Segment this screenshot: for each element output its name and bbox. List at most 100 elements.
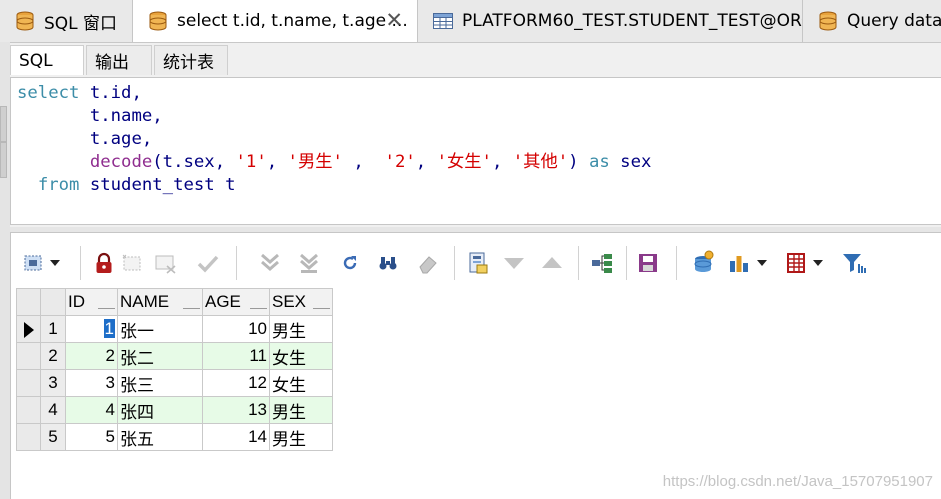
cell-name[interactable]: 张三 [117,369,203,397]
cell-sex[interactable]: 男生 [269,396,333,424]
cell-name[interactable]: 张二 [117,342,203,370]
cell-name[interactable]: 张四 [117,396,203,424]
single-record-view-button[interactable] [464,240,492,286]
row-number[interactable]: 3 [40,369,66,397]
dropdown-arrow-icon [813,260,823,266]
table-row[interactable]: 1 1 张一 10 男生 [16,315,333,343]
fetch-next-page-button[interactable] [256,240,284,286]
tab-output[interactable]: 输出 [86,45,152,75]
grid-corner[interactable] [40,288,66,316]
delete-record-icon [155,255,176,274]
row-number[interactable]: 1 [40,315,66,343]
selection-icon [24,255,42,271]
insert-record-button[interactable] [118,240,146,286]
column-header-age[interactable]: AGE [202,288,270,316]
cell-id[interactable]: 4 [65,396,118,424]
doc-tab-sql-window[interactable]: SQL 窗口 [0,0,133,42]
sql-text: student_test t [79,175,236,195]
doc-tab-table-student-test[interactable]: PLATFORM60_TEST.STUDENT_TEST@ORCL [418,0,803,42]
column-header-sex[interactable]: SEX [269,288,333,316]
column-header-name[interactable]: NAME [117,288,203,316]
single-record-view-icon [469,252,488,274]
row-number[interactable]: 4 [40,396,66,424]
select-mode-dropdown[interactable] [46,240,64,286]
tab-statistics[interactable]: 统计表 [154,45,228,75]
editor-sub-tabs: SQL 输出 统计表 [10,45,230,75]
chevron-down-icon [504,258,524,269]
clear-button[interactable] [414,240,442,286]
sql-string: '2' [384,152,416,172]
toolbar-separator [676,246,677,280]
toolbar-separator [454,246,455,280]
cell-age[interactable]: 11 [202,342,270,370]
row-number[interactable]: 5 [40,423,66,451]
cell-age[interactable]: 12 [202,369,270,397]
table-row[interactable]: 4 4 张四 13 男生 [16,396,333,424]
sql-text: (t.sex, [152,152,236,172]
export-dropdown[interactable] [810,240,826,286]
cell-id[interactable]: 5 [65,423,118,451]
next-record-button[interactable] [500,240,528,286]
tree-structure-icon [592,254,612,273]
cell-sex[interactable]: 女生 [269,342,333,370]
cell-name[interactable]: 张五 [117,423,203,451]
lock-button[interactable] [90,240,118,286]
cell-sex[interactable]: 男生 [269,423,333,451]
sql-text: ) [568,152,589,172]
eraser-icon [419,256,437,274]
results-toolbar [10,240,910,286]
filter-button[interactable] [840,240,868,286]
select-mode-button[interactable] [20,240,48,286]
grid-export-icon [787,253,805,273]
cell-age[interactable]: 14 [202,423,270,451]
sql-editor[interactable]: select t.id, t.name, t.age, decode(t.sex… [10,77,941,225]
table-row[interactable]: 5 5 张五 14 男生 [16,423,333,451]
table-row[interactable]: 3 3 张三 12 女生 [16,369,333,397]
previous-record-button[interactable] [538,240,566,286]
post-changes-button[interactable] [194,240,222,286]
grid-corner[interactable] [16,288,41,316]
cell-id[interactable]: 1 [65,315,118,343]
bar-chart-icon [730,256,748,272]
sql-window-icon [149,11,167,31]
query-by-example-button[interactable] [588,240,616,286]
row-number[interactable]: 2 [40,342,66,370]
sql-text: t.age, [17,129,153,149]
fetch-last-page-button[interactable] [295,240,323,286]
chart-dropdown[interactable] [754,240,770,286]
find-button[interactable] [374,240,402,286]
delete-record-button[interactable] [152,240,180,286]
close-tab-icon[interactable]: ✕ [385,8,403,32]
result-grid[interactable]: ID NAME AGE SEX 1 1 张一 10 男生 2 2 张二 11 女… [16,288,333,451]
selected-cell-value: 1 [103,319,115,338]
sql-string: '1' [235,152,267,172]
checkmark-icon [197,255,219,273]
current-row-indicator [16,315,41,343]
export-grid-button[interactable] [782,240,810,286]
sql-text: t.id, [79,83,142,103]
cell-sex[interactable]: 女生 [269,369,333,397]
sql-string: '女生' [436,152,492,172]
sql-code[interactable]: select t.id, t.name, t.age, decode(t.sex… [17,82,651,197]
toolbar-separator [626,246,627,280]
cell-age[interactable]: 10 [202,315,270,343]
cell-id[interactable]: 2 [65,342,118,370]
doc-tab-query-data[interactable]: Query data P [803,0,941,42]
row-indicator [16,396,41,424]
cell-id[interactable]: 3 [65,369,118,397]
sql-window-icon [819,11,837,31]
save-button[interactable] [634,240,662,286]
lock-icon [96,252,112,273]
table-row[interactable]: 2 2 张二 11 女生 [16,342,333,370]
watermark-url: https://blog.csdn.net/Java_15707951907 [662,473,933,490]
cell-sex[interactable]: 男生 [269,315,333,343]
cell-age[interactable]: 13 [202,396,270,424]
column-header-id[interactable]: ID [65,288,118,316]
chart-button[interactable] [725,240,753,286]
doc-tab-select-query[interactable]: select t.id, t.name, t.age ... ✕ [133,0,418,42]
cell-name[interactable]: 张一 [117,315,203,343]
export-database-button[interactable] [690,240,718,286]
tab-sql[interactable]: SQL [10,45,84,75]
refresh-button[interactable] [336,240,364,286]
